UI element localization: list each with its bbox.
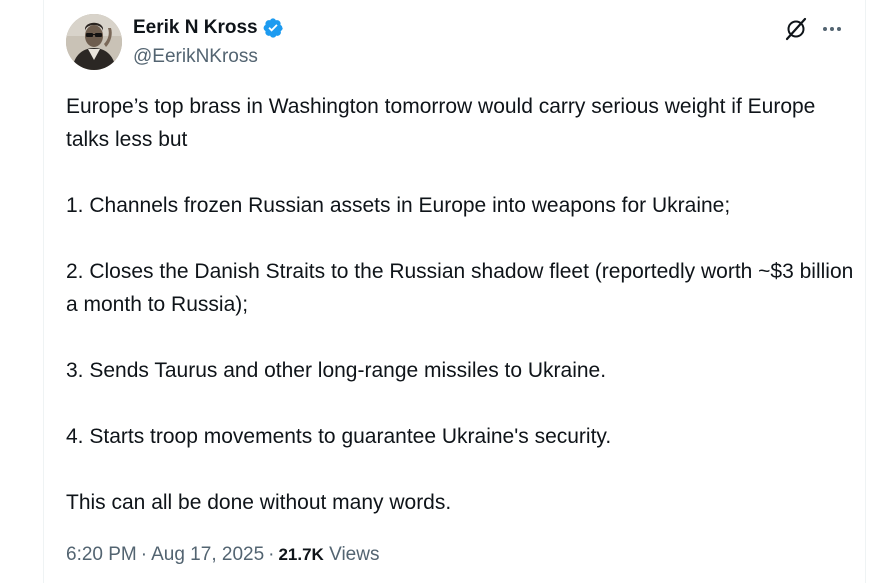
avatar-image	[66, 14, 122, 70]
meta-separator: ·	[140, 544, 148, 565]
display-name-row: Eerik N Kross	[133, 14, 284, 41]
verified-badge-icon[interactable]	[262, 17, 284, 39]
grok-icon[interactable]	[783, 16, 809, 42]
tweet-meta: 6:20 PM · Aug 17, 2025 · 21.7K Views	[66, 540, 379, 570]
author-handle[interactable]: @EerikNKross	[133, 43, 284, 70]
tweet-card: Eerik N Kross @EerikNKross Europe’s top …	[43, 0, 866, 583]
author-names: Eerik N Kross @EerikNKross	[133, 14, 284, 70]
more-icon[interactable]	[819, 16, 845, 42]
meta-separator: ·	[268, 544, 275, 565]
tweet-header: Eerik N Kross @EerikNKross	[66, 14, 845, 70]
tweet-paragraph: 3. Sends Taurus and other long-range mis…	[66, 359, 607, 382]
views-label: Views	[329, 544, 380, 565]
tweet-paragraph: 1. Channels frozen Russian assets in Eur…	[66, 194, 731, 217]
tweet-actions	[783, 16, 845, 42]
tweet-paragraph: 2. Closes the Danish Straits to the Russ…	[66, 260, 854, 316]
tweet-text: Europe’s top brass in Washington tomorro…	[66, 90, 856, 519]
avatar[interactable]	[66, 14, 122, 70]
tweet-paragraph: Europe’s top brass in Washington tomorro…	[66, 95, 816, 151]
tweet-paragraph: This can all be done without many words.	[66, 491, 452, 514]
tweet-time[interactable]: 6:20 PM	[66, 544, 137, 565]
views-count[interactable]: 21.7K	[278, 545, 323, 564]
tweet-paragraph: 4. Starts troop movements to guarantee U…	[66, 425, 612, 448]
tweet-date[interactable]: Aug 17, 2025	[151, 544, 264, 565]
display-name[interactable]: Eerik N Kross	[133, 14, 258, 41]
